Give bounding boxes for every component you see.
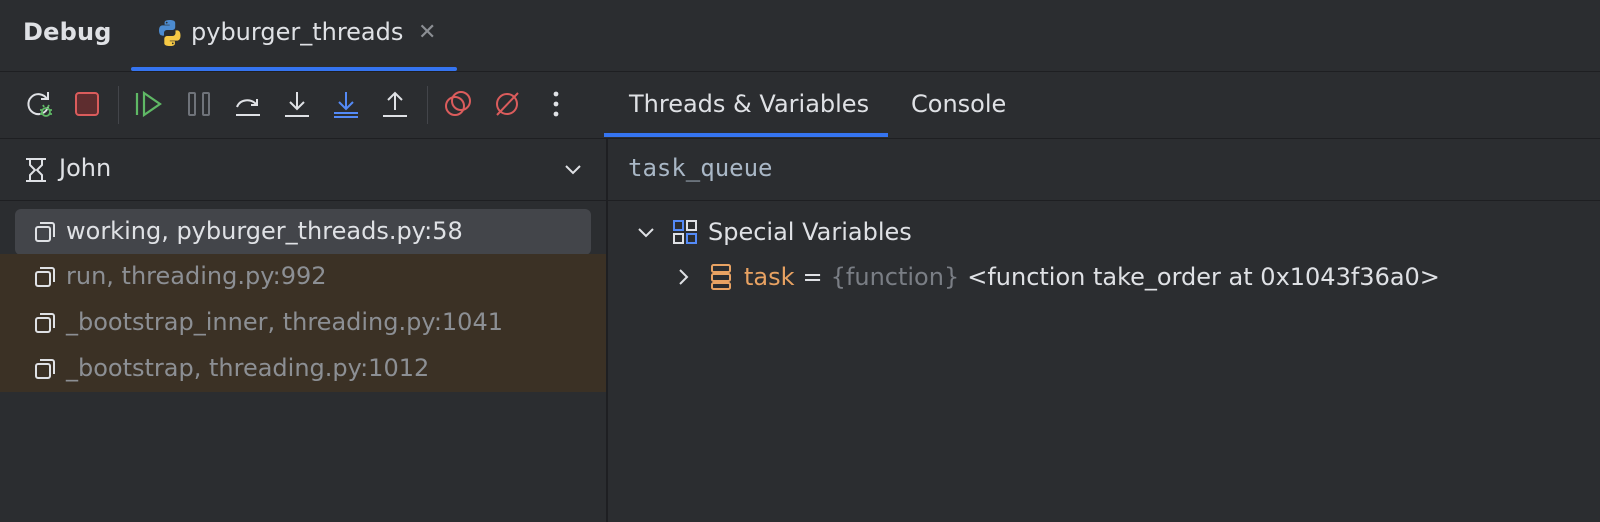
stack-frame-row[interactable]: _bootstrap_inner, threading.py:1041 [0, 300, 606, 346]
stop-icon [75, 92, 99, 116]
chevron-right-icon [679, 269, 689, 285]
stack-frame-row[interactable]: working, pyburger_threads.py:58 [15, 209, 591, 255]
resume-button[interactable] [131, 86, 167, 122]
variable-row[interactable]: task = {function} <function take_order a… [676, 255, 1440, 299]
variable-type: {function} [830, 263, 960, 291]
active-tab-indicator [131, 67, 457, 71]
thread-name: John [59, 154, 112, 182]
field-icon [711, 264, 731, 290]
view-breakpoints-icon [445, 91, 471, 116]
frame-icon [35, 222, 55, 242]
variable-name: task [744, 263, 795, 291]
variable-equals: = [802, 263, 823, 291]
stop-button[interactable] [69, 86, 105, 122]
close-icon[interactable]: ✕ [418, 20, 436, 45]
python-icon [159, 20, 181, 46]
frame-label: _bootstrap, threading.py:1012 [66, 354, 430, 382]
rerun-icon [27, 92, 52, 117]
frame-icon [35, 267, 55, 287]
stack-frame-row[interactable]: run, threading.py:992 [0, 254, 606, 300]
step-out-icon [383, 91, 407, 117]
special-variables-label: Special Variables [708, 218, 912, 246]
toolbar-separator [118, 86, 119, 124]
debug-toolbar: Threads & Variables Console [0, 72, 1600, 139]
tab-console[interactable]: Console [911, 90, 1006, 118]
toolbar-separator [427, 86, 428, 124]
variables-panel: task_queue Special Variables task = {fun… [608, 139, 1600, 522]
chevron-down-icon [565, 165, 581, 175]
step-out-button[interactable] [377, 86, 413, 122]
active-view-tab-indicator [604, 133, 888, 137]
more-icon [553, 91, 559, 117]
step-into-my-code-icon [334, 92, 358, 118]
frame-label: working, pyburger_threads.py:58 [66, 217, 463, 245]
tool-window-title: Debug [23, 18, 112, 46]
pause-icon [188, 92, 210, 116]
rerun-button[interactable] [20, 86, 56, 122]
special-variables-icon [673, 220, 697, 244]
variable-value: <function take_order at 0x1043f36a0> [967, 263, 1440, 291]
mute-breakpoints-button[interactable] [489, 86, 525, 122]
step-into-button[interactable] [279, 86, 315, 122]
frame-label: _bootstrap_inner, threading.py:1041 [66, 308, 503, 336]
special-variables-node[interactable]: Special Variables [636, 210, 912, 254]
tab-threads-variables[interactable]: Threads & Variables [629, 90, 869, 118]
thread-icon [26, 158, 46, 182]
mute-breakpoints-icon [496, 92, 519, 116]
step-into-my-code-button[interactable] [328, 86, 364, 122]
frames-panel: John working, pyburger_threads.py:58 run… [0, 139, 606, 522]
evaluate-expression-bar[interactable]: task_queue [608, 139, 1600, 201]
thread-selector[interactable]: John [0, 139, 606, 201]
tab-session[interactable]: pyburger_threads ✕ [131, 0, 457, 71]
frame-label: run, threading.py:992 [66, 262, 327, 290]
step-over-icon [236, 99, 260, 116]
step-into-icon [285, 92, 309, 117]
frame-icon [35, 359, 55, 379]
step-over-button[interactable] [230, 86, 266, 122]
expression-input[interactable]: task_queue [628, 154, 773, 182]
frame-icon [35, 313, 55, 333]
pause-button[interactable] [181, 86, 217, 122]
resume-icon [135, 90, 162, 118]
session-tab-label: pyburger_threads [191, 18, 404, 46]
stack-frame-row[interactable]: _bootstrap, threading.py:1012 [0, 346, 606, 392]
chevron-down-icon [638, 228, 654, 238]
more-button[interactable] [538, 86, 574, 122]
tool-window-header: Debug pyburger_threads ✕ [0, 0, 1600, 72]
view-breakpoints-button[interactable] [440, 86, 476, 122]
